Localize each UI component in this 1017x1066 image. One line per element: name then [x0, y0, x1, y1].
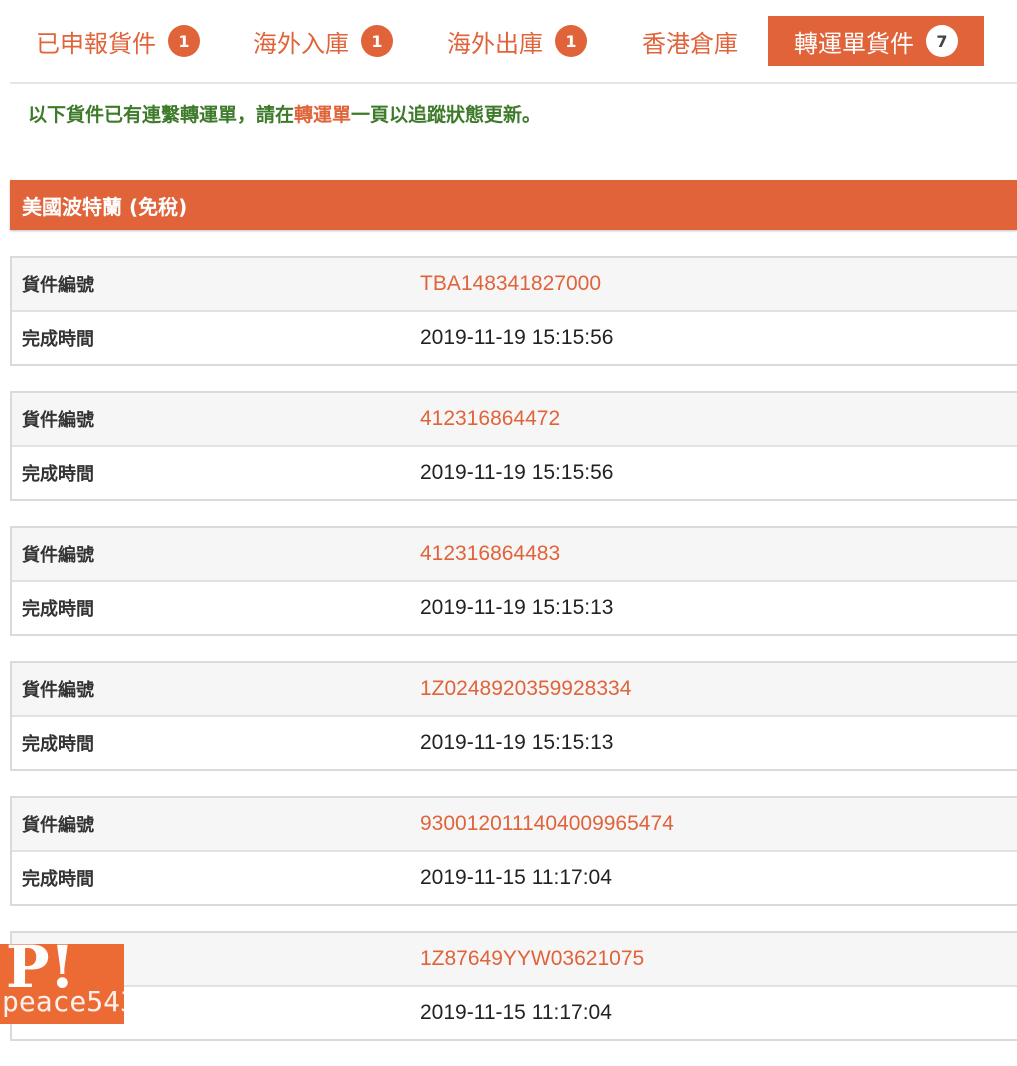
- shipment-id-row: 貨件編號 TBA148341827000: [12, 258, 1017, 312]
- completion-time-label: 完成時間: [22, 869, 94, 890]
- completion-time-label: 完成時間: [22, 734, 94, 755]
- region-header: 美國波特蘭 (免稅): [10, 180, 1017, 230]
- shipment-card: 貨件編號 412316864483 完成時間 2019-11-19 15:15:…: [10, 526, 1017, 636]
- shipment-card: 貨件編號 412316864472 完成時間 2019-11-19 15:15:…: [10, 391, 1017, 501]
- completion-time-value: 2019-11-15 11:17:04: [420, 1001, 612, 1024]
- shipment-id-link[interactable]: 9300120111404009965474: [420, 812, 674, 836]
- shipment-id-label: 貨件編號: [22, 815, 94, 836]
- shipment-id-label: 貨件編號: [22, 275, 94, 296]
- completion-time-value: 2019-11-19 15:15:13: [420, 731, 614, 754]
- shipment-id-row: 貨件編號 1Z87649YYW03621075: [12, 933, 1017, 987]
- shipment-id-link[interactable]: 412316864472: [420, 407, 560, 431]
- completion-time-label: 完成時間: [22, 599, 94, 620]
- notice-text: 一頁以追蹤狀態更新。: [351, 104, 542, 126]
- completion-time-row: 完成時間 2019-11-19 15:15:13: [12, 717, 1017, 769]
- completion-time-row: 完成時間 2019-11-15 11:17:04: [12, 987, 1017, 1039]
- count-badge: 7: [926, 25, 958, 57]
- tab-bar: 已申報貨件 1 海外入庫 1 海外出庫 1 香港倉庫 轉運單貨件 7: [10, 16, 1017, 84]
- shipment-id-row: 貨件編號 412316864472: [12, 393, 1017, 447]
- shipment-id-link[interactable]: 412316864483: [420, 542, 560, 566]
- completion-time-value: 2019-11-19 15:15:56: [420, 461, 614, 484]
- completion-time-row: 完成時間 2019-11-19 15:15:56: [12, 312, 1017, 364]
- shipment-id-label: 貨件編號: [22, 680, 94, 701]
- count-badge: 1: [361, 25, 393, 57]
- forwarding-order-link[interactable]: 轉運單: [294, 104, 351, 126]
- tab-declared-shipments[interactable]: 已申報貨件 1: [36, 16, 200, 66]
- watermark-logo: P! peace543: [0, 944, 124, 1024]
- tab-forwarding-shipments[interactable]: 轉運單貨件 7: [768, 16, 984, 66]
- shipment-id-row: 貨件編號 1Z0248920359928334: [12, 663, 1017, 717]
- shipment-id-link[interactable]: 1Z87649YYW03621075: [420, 947, 644, 971]
- shipment-id-label: 貨件編號: [22, 545, 94, 566]
- watermark-logo-text: peace543: [2, 985, 124, 1018]
- completion-time-value: 2019-11-15 11:17:04: [420, 866, 612, 889]
- completion-time-row: 完成時間 2019-11-15 11:17:04: [12, 852, 1017, 904]
- completion-time-value: 2019-11-19 15:15:13: [420, 596, 614, 619]
- region-title: 美國波特蘭 (免稅): [22, 194, 188, 219]
- completion-time-value: 2019-11-19 15:15:56: [420, 326, 614, 349]
- shipment-list: 貨件編號 TBA148341827000 完成時間 2019-11-19 15:…: [10, 256, 1017, 1066]
- count-badge: 1: [168, 25, 200, 57]
- tab-label: 香港倉庫: [642, 29, 738, 58]
- completion-time-row: 完成時間 2019-11-19 15:15:56: [12, 447, 1017, 499]
- notice-text: 以下貨件已有連繫轉運單，請在: [28, 104, 295, 126]
- tab-label: 轉運單貨件: [794, 29, 914, 58]
- tab-label: 海外出庫: [447, 29, 543, 58]
- tab-hk-warehouse[interactable]: 香港倉庫: [642, 16, 738, 66]
- info-notice: 以下貨件已有連繫轉運單，請在轉運單一頁以追蹤狀態更新。: [28, 100, 541, 127]
- completion-time-label: 完成時間: [22, 329, 94, 350]
- count-badge: 1: [555, 25, 587, 57]
- shipment-id-label: 貨件編號: [22, 410, 94, 431]
- shipment-id-link[interactable]: 1Z0248920359928334: [420, 677, 631, 701]
- shipment-id-row: 貨件編號 412316864483: [12, 528, 1017, 582]
- shipment-card: 貨件編號 9300120111404009965474 完成時間 2019-11…: [10, 796, 1017, 906]
- completion-time-row: 完成時間 2019-11-19 15:15:13: [12, 582, 1017, 634]
- tab-label: 已申報貨件: [36, 29, 156, 58]
- shipment-id-row: 貨件編號 9300120111404009965474: [12, 798, 1017, 852]
- completion-time-label: 完成時間: [22, 464, 94, 485]
- shipment-card: 貨件編號 1Z87649YYW03621075 完成時間 2019-11-15 …: [10, 931, 1017, 1041]
- shipment-card: 貨件編號 TBA148341827000 完成時間 2019-11-19 15:…: [10, 256, 1017, 366]
- tab-overseas-outbound[interactable]: 海外出庫 1: [447, 16, 587, 66]
- shipment-card: 貨件編號 1Z0248920359928334 完成時間 2019-11-19 …: [10, 661, 1017, 771]
- tab-overseas-inbound[interactable]: 海外入庫 1: [253, 16, 393, 66]
- tab-label: 海外入庫: [253, 29, 349, 58]
- shipment-id-link[interactable]: TBA148341827000: [420, 272, 601, 296]
